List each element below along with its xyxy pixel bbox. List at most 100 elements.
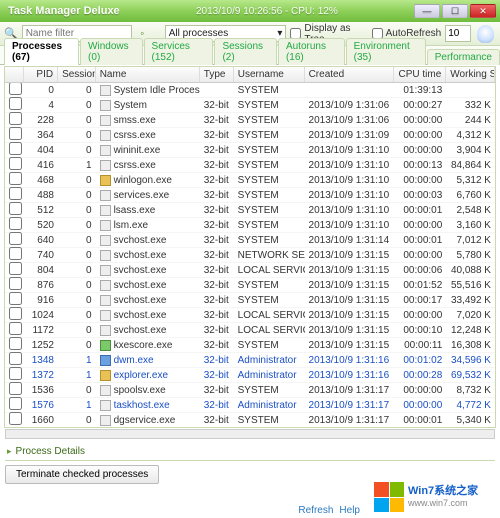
- row-checkbox[interactable]: [9, 232, 22, 245]
- maximize-button[interactable]: ☐: [442, 4, 468, 18]
- table-row[interactable]: 13481dwm.exe32-bitAdministrator2013/10/9…: [5, 353, 495, 368]
- process-icon: [100, 310, 111, 321]
- process-icon: [100, 130, 111, 141]
- row-checkbox[interactable]: [9, 292, 22, 305]
- process-icon: [100, 250, 111, 261]
- table-row[interactable]: 00System Idle ProcessSYSTEM01:39:13: [5, 83, 495, 98]
- table-row[interactable]: 4040wininit.exe32-bitSYSTEM2013/10/9 1:3…: [5, 143, 495, 158]
- tab-environment-[interactable]: Environment (35): [346, 38, 426, 65]
- row-checkbox[interactable]: [9, 367, 22, 380]
- process-icon: [100, 85, 111, 96]
- process-icon: [100, 220, 111, 231]
- table-row[interactable]: 13721explorer.exe32-bitAdministrator2013…: [5, 368, 495, 383]
- terminate-button[interactable]: Terminate checked processes: [5, 465, 159, 484]
- table-row[interactable]: 40System32-bitSYSTEM2013/10/9 1:31:0600:…: [5, 98, 495, 113]
- row-checkbox[interactable]: [9, 142, 22, 155]
- row-checkbox[interactable]: [9, 322, 22, 335]
- table-row[interactable]: 2280smss.exe32-bitSYSTEM2013/10/9 1:31:0…: [5, 113, 495, 128]
- row-checkbox[interactable]: [9, 247, 22, 260]
- col-workingset[interactable]: Working Set: [446, 67, 495, 82]
- process-icon: [100, 280, 111, 291]
- table-row[interactable]: 6400svchost.exe32-bitSYSTEM2013/10/9 1:3…: [5, 233, 495, 248]
- minimize-button[interactable]: —: [414, 4, 440, 18]
- process-icon: [100, 160, 111, 171]
- row-checkbox[interactable]: [9, 97, 22, 110]
- process-icon: [100, 190, 111, 201]
- process-icon: [100, 355, 111, 366]
- row-checkbox[interactable]: [9, 262, 22, 275]
- col-session[interactable]: Session: [58, 67, 96, 82]
- row-checkbox[interactable]: [9, 277, 22, 290]
- table-row[interactable]: 3640csrss.exe32-bitSYSTEM2013/10/9 1:31:…: [5, 128, 495, 143]
- process-icon: [100, 235, 111, 246]
- row-checkbox[interactable]: [9, 82, 22, 95]
- table-row[interactable]: 15761taskhost.exe32-bitAdministrator2013…: [5, 398, 495, 413]
- tab-processes-[interactable]: Processes (67): [4, 38, 79, 65]
- col-username[interactable]: Username: [234, 67, 305, 82]
- table-row[interactable]: 12520kxescore.exe32-bitSYSTEM2013/10/9 1…: [5, 338, 495, 353]
- col-pid[interactable]: PID: [24, 67, 58, 82]
- row-checkbox[interactable]: [9, 187, 22, 200]
- process-icon: [100, 115, 111, 126]
- horizontal-scrollbar[interactable]: [5, 429, 495, 439]
- col-type[interactable]: Type: [200, 67, 234, 82]
- tab-sessions-[interactable]: Sessions (2): [214, 38, 276, 65]
- table-row[interactable]: 5200lsm.exe32-bitSYSTEM2013/10/9 1:31:10…: [5, 218, 495, 233]
- row-checkbox[interactable]: [9, 157, 22, 170]
- process-icon: [100, 415, 111, 426]
- col-cputime[interactable]: CPU time: [394, 67, 446, 82]
- row-checkbox[interactable]: [9, 172, 22, 185]
- table-row[interactable]: 8760svchost.exe32-bitSYSTEM2013/10/9 1:3…: [5, 278, 495, 293]
- app-title: Task Manager Deluxe: [8, 5, 120, 17]
- tab-windows-[interactable]: Windows (0): [80, 38, 142, 65]
- row-checkbox[interactable]: [9, 337, 22, 350]
- row-checkbox[interactable]: [9, 112, 22, 125]
- process-icon: [100, 325, 111, 336]
- process-icon: [100, 340, 111, 351]
- titlebar[interactable]: Task Manager Deluxe 2013/10/9 10:26:56 -…: [0, 0, 500, 22]
- table-row[interactable]: 16600dgservice.exe32-bitSYSTEM2013/10/9 …: [5, 413, 495, 428]
- tab-bar: Processes (67)Windows (0)Services (152)S…: [0, 46, 500, 65]
- interval-spinner[interactable]: [445, 25, 471, 42]
- row-checkbox[interactable]: [9, 352, 22, 365]
- row-checkbox[interactable]: [9, 397, 22, 410]
- row-checkbox[interactable]: [9, 217, 22, 230]
- table-row[interactable]: 4880services.exe32-bitSYSTEM2013/10/9 1:…: [5, 188, 495, 203]
- ghost-icon[interactable]: [477, 25, 494, 43]
- process-icon: [100, 175, 111, 186]
- process-details-header[interactable]: Process Details: [5, 443, 495, 461]
- row-checkbox[interactable]: [9, 412, 22, 425]
- tab-performance[interactable]: Performance: [427, 49, 500, 65]
- table-row[interactable]: 5120lsass.exe32-bitSYSTEM2013/10/9 1:31:…: [5, 203, 495, 218]
- table-row[interactable]: 10240svchost.exe32-bitLOCAL SERVICE2013/…: [5, 308, 495, 323]
- process-icon: [100, 265, 111, 276]
- table-row[interactable]: 15360spoolsv.exe32-bitSYSTEM2013/10/9 1:…: [5, 383, 495, 398]
- row-checkbox[interactable]: [9, 127, 22, 140]
- refresh-link[interactable]: Refresh: [298, 505, 333, 516]
- table-row[interactable]: 9160svchost.exe32-bitSYSTEM2013/10/9 1:3…: [5, 293, 495, 308]
- process-icon: [100, 100, 111, 111]
- title-status: 2013/10/9 10:26:56 - CPU: 12%: [120, 6, 414, 17]
- tab-autoruns-[interactable]: Autoruns (16): [278, 38, 345, 65]
- grid-header[interactable]: PID Session Name Type Username Created C…: [5, 67, 495, 83]
- col-name[interactable]: Name: [96, 67, 200, 82]
- col-created[interactable]: Created: [305, 67, 394, 82]
- close-button[interactable]: ✕: [470, 4, 496, 18]
- process-icon: [100, 370, 111, 381]
- row-checkbox[interactable]: [9, 382, 22, 395]
- process-icon: [100, 145, 111, 156]
- help-link[interactable]: Help: [339, 505, 360, 516]
- process-icon: [100, 385, 111, 396]
- table-row[interactable]: 7400svchost.exe32-bitNETWORK SER...2013/…: [5, 248, 495, 263]
- row-checkbox[interactable]: [9, 202, 22, 215]
- process-grid[interactable]: PID Session Name Type Username Created C…: [4, 66, 496, 428]
- table-row[interactable]: 4680winlogon.exe32-bitSYSTEM2013/10/9 1:…: [5, 173, 495, 188]
- branding-watermark: Win7系统之家www.win7.com: [370, 476, 500, 518]
- process-icon: [100, 205, 111, 216]
- table-row[interactable]: 8040svchost.exe32-bitLOCAL SERVICE2013/1…: [5, 263, 495, 278]
- row-checkbox[interactable]: [9, 427, 22, 428]
- table-row[interactable]: 4161csrss.exe32-bitSYSTEM2013/10/9 1:31:…: [5, 158, 495, 173]
- table-row[interactable]: 11720svchost.exe32-bitLOCAL SERVICE2013/…: [5, 323, 495, 338]
- row-checkbox[interactable]: [9, 307, 22, 320]
- tab-services-[interactable]: Services (152): [144, 38, 214, 65]
